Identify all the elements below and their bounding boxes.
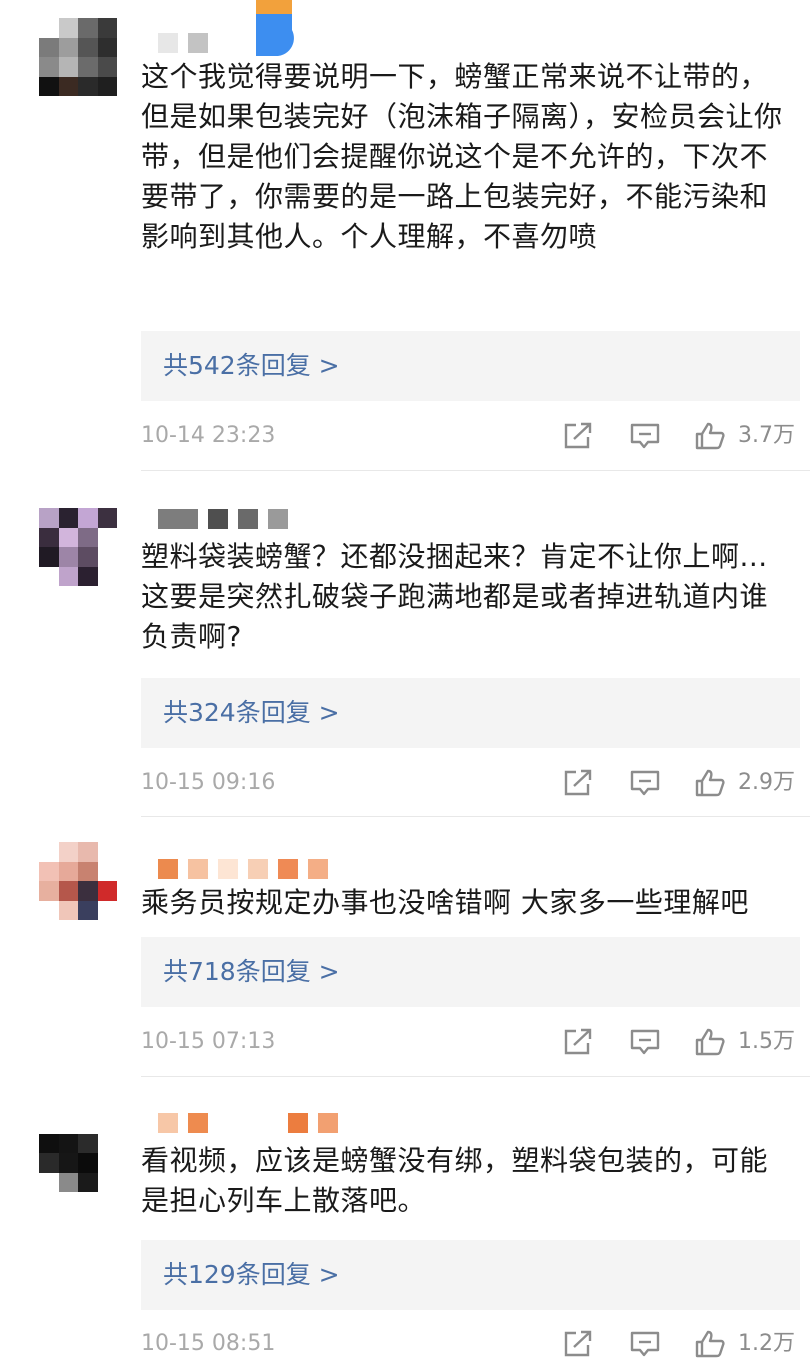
comment-footer: 10-15 09:16 2.9万 (141, 763, 800, 803)
avatar[interactable] (39, 1114, 117, 1192)
avatar[interactable] (39, 18, 117, 96)
replies-link[interactable]: 共718条回复 > (141, 937, 800, 1007)
comment-text: 看视频，应该是螃蟹没有绑，塑料袋包装的，可能是担心列车上散落吧。 (141, 1144, 769, 1217)
share-icon[interactable] (563, 1330, 593, 1358)
username-blurred[interactable] (158, 32, 208, 54)
like-count: 3.7万 (738, 423, 795, 448)
divider (141, 470, 810, 471)
avatar[interactable] (39, 842, 117, 920)
comment-icon[interactable] (630, 422, 660, 450)
replies-link[interactable]: 共324条回复 > (141, 678, 800, 748)
avatar[interactable] (39, 508, 117, 586)
share-icon[interactable] (563, 422, 593, 450)
comment-text: 这个我觉得要说明一下，螃蟹正常来说不让带的，但是如果包装完好（泡沫箱子隔离），安… (141, 60, 783, 253)
replies-link[interactable]: 共542条回复 > (141, 331, 800, 401)
comment-text: 塑料袋装螃蟹？还都没捆起来？肯定不让你上啊...这要是突然扎破袋子跑满地都是或者… (141, 540, 769, 653)
divider (141, 816, 810, 817)
comment-icon[interactable] (630, 1028, 660, 1056)
verified-badge-icon (256, 0, 294, 56)
thumbs-up-icon[interactable] (695, 1028, 725, 1056)
timestamp: 10-14 23:23 (141, 423, 276, 448)
like-count: 1.2万 (738, 1331, 795, 1356)
replies-count: 共718条回复 > (163, 957, 340, 986)
username-blurred[interactable] (158, 508, 288, 530)
thumbs-up-icon[interactable] (695, 1330, 725, 1358)
share-icon[interactable] (563, 769, 593, 797)
comment-footer: 10-15 07:13 1.5万 (141, 1022, 800, 1062)
replies-count: 共542条回复 > (163, 351, 340, 380)
username-blurred[interactable] (158, 1112, 338, 1134)
comment-footer: 10-14 23:23 3.7万 (141, 416, 800, 456)
thumbs-up-icon[interactable] (695, 769, 725, 797)
timestamp: 10-15 07:13 (141, 1029, 276, 1054)
share-icon[interactable] (563, 1028, 593, 1056)
like-count: 2.9万 (738, 770, 795, 795)
username-blurred[interactable] (158, 858, 328, 880)
divider (141, 1076, 810, 1077)
replies-link[interactable]: 共129条回复 > (141, 1240, 800, 1310)
replies-count: 共129条回复 > (163, 1260, 340, 1289)
comment-footer: 10-15 08:51 1.2万 (141, 1324, 800, 1364)
like-count: 1.5万 (738, 1029, 795, 1054)
timestamp: 10-15 09:16 (141, 770, 276, 795)
comment-icon[interactable] (630, 1330, 660, 1358)
comment-icon[interactable] (630, 769, 660, 797)
thumbs-up-icon[interactable] (695, 422, 725, 450)
timestamp: 10-15 08:51 (141, 1331, 276, 1356)
replies-count: 共324条回复 > (163, 698, 340, 727)
comment-text: 乘务员按规定办事也没啥错啊 大家多一些理解吧 (141, 886, 749, 919)
